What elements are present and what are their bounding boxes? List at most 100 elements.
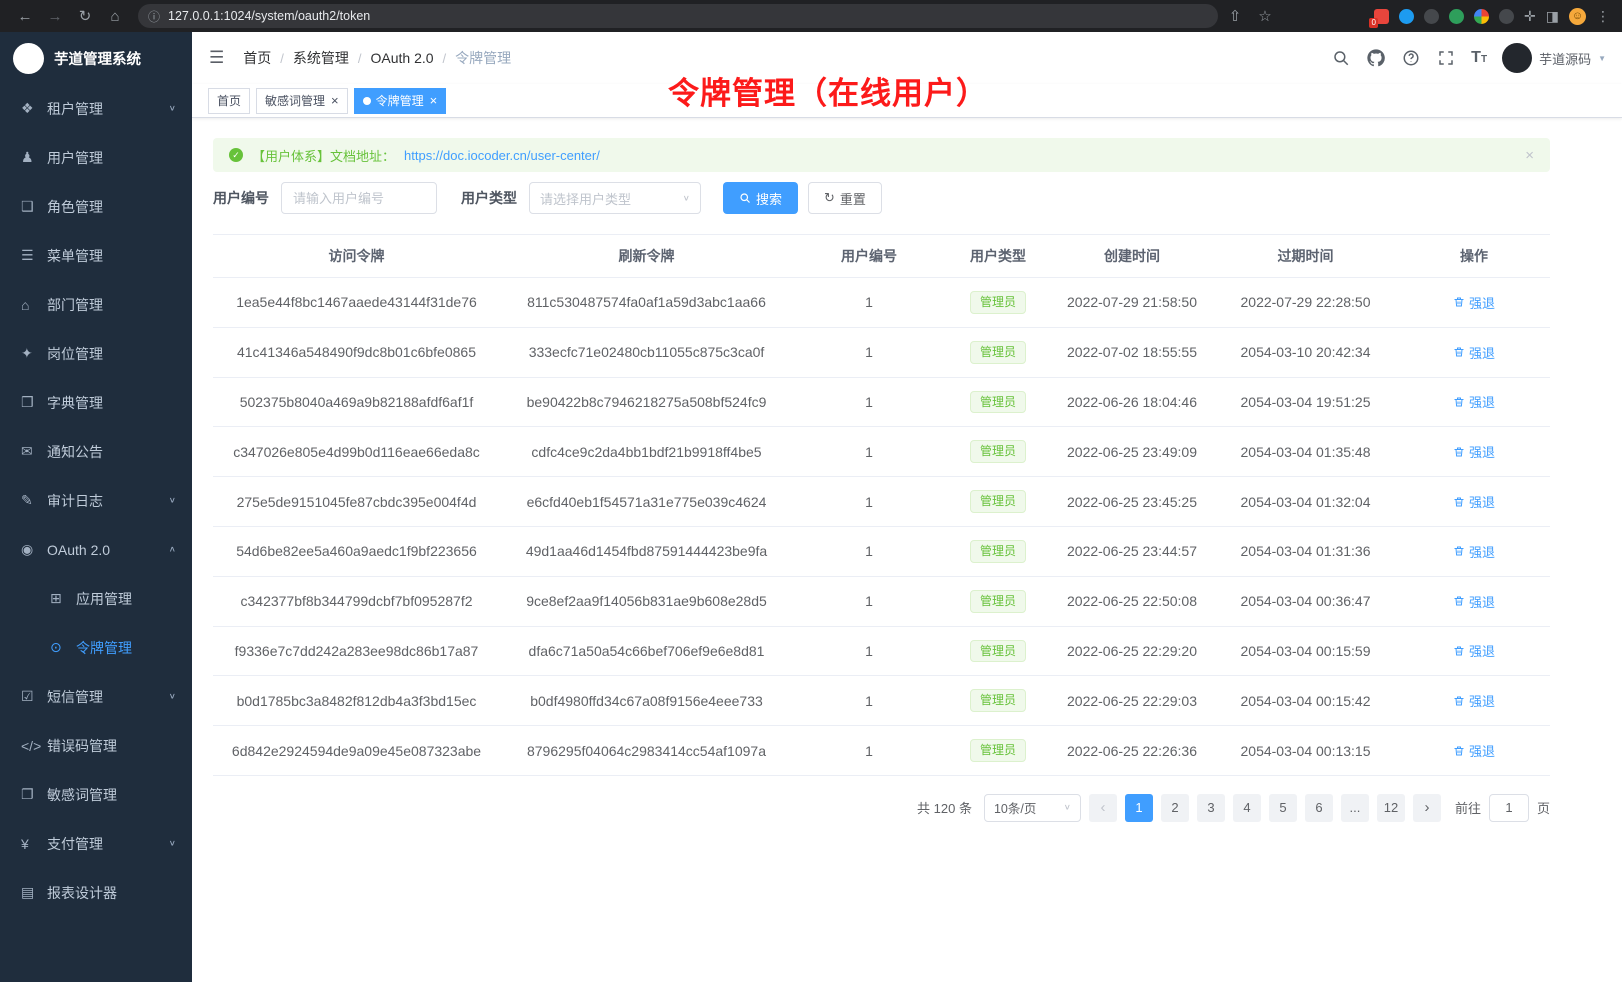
pay-icon: ¥ xyxy=(21,836,45,852)
sidebar-item-oauth2-app[interactable]: ⊞应用管理 xyxy=(0,574,192,623)
cell-user-type: 管理员 xyxy=(945,427,1051,477)
force-logout-button[interactable]: 强退 xyxy=(1453,691,1495,710)
total-count: 共 120 条 xyxy=(917,798,972,817)
page-size-select[interactable]: 10条/页 ∨ xyxy=(984,794,1081,822)
sidebar-item-label: OAuth 2.0 xyxy=(47,542,110,558)
forward-icon[interactable]: → xyxy=(42,3,68,29)
address-bar[interactable]: ⓘ 127.0.0.1:1024/system/oauth2/token xyxy=(138,4,1218,28)
sidebar-item-audit-log[interactable]: ✎审计日志∨ xyxy=(0,476,192,525)
reload-icon[interactable]: ↻ xyxy=(72,3,98,29)
logo-image xyxy=(13,43,44,74)
alert-text: 【用户体系】文档地址： xyxy=(252,146,395,165)
extension-icon-blue[interactable] xyxy=(1399,9,1414,24)
user-id-input[interactable] xyxy=(281,182,437,214)
cell-expire-time: 2054-03-04 01:32:04 xyxy=(1213,477,1398,527)
user-type-badge: 管理员 xyxy=(970,341,1026,364)
url-text: 127.0.0.1:1024/system/oauth2/token xyxy=(168,9,370,23)
cell-actions: 强退 xyxy=(1398,427,1550,477)
sidebar-item-notice[interactable]: ✉通知公告 xyxy=(0,427,192,476)
sidebar-item-tenant[interactable]: ❖租户管理∨ xyxy=(0,84,192,133)
force-logout-button[interactable]: 强退 xyxy=(1453,442,1495,461)
page-button-5[interactable]: 5 xyxy=(1269,794,1297,822)
sidebar-toggle-icon[interactable]: ☰ xyxy=(209,48,224,68)
github-icon[interactable] xyxy=(1366,48,1386,68)
sidebar-item-report-designer[interactable]: ▤报表设计器 xyxy=(0,868,192,917)
alert-close-icon[interactable]: × xyxy=(1525,147,1534,164)
sidebar-item-error-code[interactable]: </>错误码管理 xyxy=(0,721,192,770)
info-icon[interactable]: ⓘ xyxy=(148,8,160,25)
home-icon[interactable]: ⌂ xyxy=(102,3,128,29)
app-logo[interactable]: 芋道管理系统 xyxy=(0,32,192,84)
prev-page-button[interactable] xyxy=(1089,794,1117,822)
sidebar-item-menu[interactable]: ☰菜单管理 xyxy=(0,231,192,280)
search-button[interactable]: 搜索 xyxy=(723,182,798,214)
user-type-select[interactable]: 请选择用户类型 ∨ xyxy=(529,182,701,214)
force-logout-button[interactable]: 强退 xyxy=(1453,741,1495,760)
bookmark-star-icon[interactable]: ☆ xyxy=(1252,3,1278,29)
force-logout-button[interactable]: 强退 xyxy=(1453,343,1495,362)
user-menu[interactable]: 芋道源码 ▼ xyxy=(1502,43,1606,73)
browser-profile-avatar[interactable]: ☺ xyxy=(1569,8,1586,25)
cell-user-id: 1 xyxy=(793,327,945,377)
force-logout-button[interactable]: 强退 xyxy=(1453,392,1495,411)
tab-sensitive-word[interactable]: 敏感词管理× xyxy=(256,88,348,114)
fullscreen-icon[interactable] xyxy=(1436,48,1456,68)
tab-home[interactable]: 首页 xyxy=(208,88,250,114)
sidebar-item-sensitive-word[interactable]: ❐敏感词管理 xyxy=(0,770,192,819)
goto-page-input[interactable] xyxy=(1489,794,1529,822)
sidebar-item-post[interactable]: ✦岗位管理 xyxy=(0,329,192,378)
browser-menu-icon[interactable]: ⋮ xyxy=(1596,9,1610,23)
breadcrumb-home[interactable]: 首页 xyxy=(243,48,271,68)
next-page-button[interactable] xyxy=(1413,794,1441,822)
sidebar-item-pay[interactable]: ¥支付管理∨ xyxy=(0,819,192,868)
app-title: 芋道管理系统 xyxy=(54,48,141,69)
sidebar-item-label: 错误码管理 xyxy=(47,736,117,756)
font-size-icon[interactable]: TT xyxy=(1471,50,1487,66)
tab-close-icon[interactable]: × xyxy=(331,94,339,107)
doc-link[interactable]: https://doc.iocoder.cn/user-center/ xyxy=(404,148,600,163)
sidebar-item-sms[interactable]: ☑短信管理∨ xyxy=(0,672,192,721)
force-logout-button[interactable]: 强退 xyxy=(1453,293,1495,312)
share-icon[interactable]: ⇧ xyxy=(1222,3,1248,29)
page-button-3[interactable]: 3 xyxy=(1197,794,1225,822)
user-type-placeholder: 请选择用户类型 xyxy=(540,189,631,208)
sidebar-item-dept[interactable]: ⌂部门管理 xyxy=(0,280,192,329)
help-icon[interactable] xyxy=(1401,48,1421,68)
page-button-1[interactable]: 1 xyxy=(1125,794,1153,822)
post-icon: ✦ xyxy=(21,345,45,362)
extension-icon-dark[interactable] xyxy=(1424,9,1439,24)
extension-icon-colorful[interactable] xyxy=(1474,9,1489,24)
reset-button[interactable]: ↻ 重置 xyxy=(808,182,882,214)
split-view-icon[interactable]: ◨ xyxy=(1546,9,1559,23)
sidebar-item-oauth2-token[interactable]: ⊙令牌管理 xyxy=(0,623,192,672)
force-logout-button[interactable]: 强退 xyxy=(1453,542,1495,561)
cell-create-time: 2022-07-02 18:55:55 xyxy=(1051,327,1213,377)
force-logout-button[interactable]: 强退 xyxy=(1453,592,1495,611)
extension-icon-dark-2[interactable] xyxy=(1499,9,1514,24)
sidebar-menu: ❖租户管理∨♟用户管理❑角色管理☰菜单管理⌂部门管理✦岗位管理❒字典管理✉通知公… xyxy=(0,84,192,917)
page-button-6[interactable]: 6 xyxy=(1305,794,1333,822)
force-logout-button[interactable]: 强退 xyxy=(1453,641,1495,660)
chevron-down-icon: ▼ xyxy=(1598,54,1606,63)
page-button-4[interactable]: 4 xyxy=(1233,794,1261,822)
extensions-puzzle-icon[interactable]: ✛ xyxy=(1524,9,1536,23)
sidebar-item-user[interactable]: ♟用户管理 xyxy=(0,133,192,182)
page-button-12[interactable]: 12 xyxy=(1377,794,1405,822)
tab-close-icon[interactable]: × xyxy=(430,94,438,107)
user-type-badge: 管理员 xyxy=(970,391,1026,414)
cell-access-token: 1ea5e44f8bc1467aaede43144f31de76 xyxy=(213,278,500,328)
back-icon[interactable]: ← xyxy=(12,3,38,29)
extension-icon-green[interactable] xyxy=(1449,9,1464,24)
force-logout-button[interactable]: 强退 xyxy=(1453,492,1495,511)
department-icon: ⌂ xyxy=(21,297,45,313)
tab-token[interactable]: 令牌管理× xyxy=(354,88,447,114)
pager-ellipsis[interactable]: ... xyxy=(1341,794,1369,822)
page-button-2[interactable]: 2 xyxy=(1161,794,1189,822)
search-icon[interactable] xyxy=(1331,48,1351,68)
sidebar-item-oauth2[interactable]: ◉OAuth 2.0∧ xyxy=(0,525,192,574)
column-header: 用户类型 xyxy=(945,235,1051,278)
sidebar-item-role[interactable]: ❑角色管理 xyxy=(0,182,192,231)
extension-icon-red[interactable]: 0 xyxy=(1374,9,1389,24)
role-icon: ❑ xyxy=(21,198,45,215)
sidebar-item-dict[interactable]: ❒字典管理 xyxy=(0,378,192,427)
